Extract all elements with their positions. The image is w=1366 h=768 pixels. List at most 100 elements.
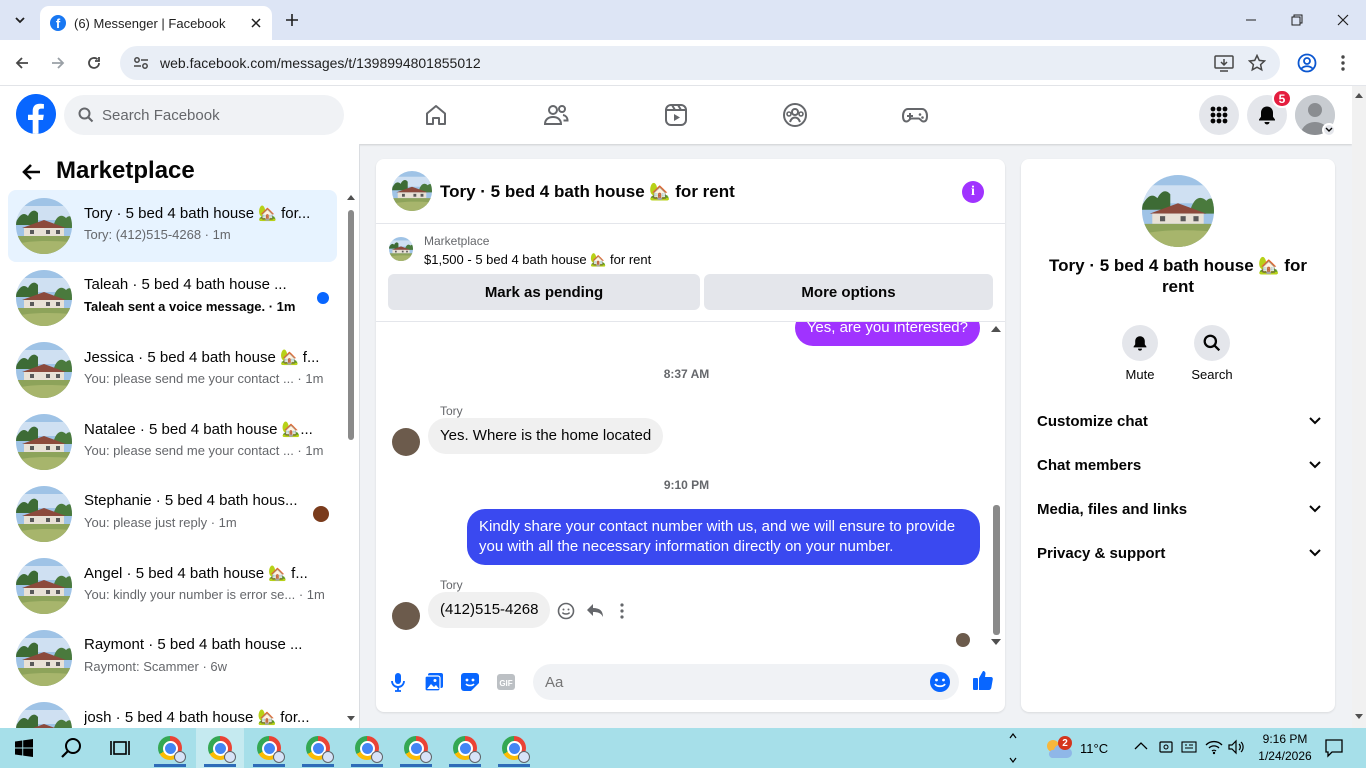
conversation-name: Jessica · 5 bed 4 bath house 🏡 f... [84, 349, 320, 366]
friends-icon [543, 105, 569, 125]
message-thread-scrollbar[interactable] [989, 322, 1003, 654]
forward-button[interactable] [43, 48, 73, 78]
notification-center-icon[interactable] [1324, 738, 1344, 758]
conversation-avatar [16, 486, 72, 542]
install-app-icon[interactable] [1214, 54, 1234, 72]
message-input[interactable] [545, 673, 905, 691]
chevron-down-icon [1309, 549, 1321, 557]
message-outgoing[interactable]: Kindly share your contact number with us… [467, 509, 980, 565]
back-button[interactable] [7, 48, 37, 78]
message-input-box[interactable] [533, 664, 959, 700]
conversation-item[interactable]: Tory · 5 bed 4 bath house 🏡 for... Tory: … [8, 190, 337, 262]
scroll-up-icon[interactable] [1008, 730, 1018, 766]
nav-friends[interactable] [536, 96, 576, 134]
react-emoji-icon[interactable] [557, 602, 575, 620]
browser-tab-messenger[interactable]: f (6) Messenger | Facebook [40, 6, 272, 40]
more-options-button[interactable]: More options [704, 274, 993, 310]
message-incoming[interactable]: (412)515-4268 [428, 592, 551, 628]
nav-video[interactable] [656, 96, 696, 134]
conversation-list-scrollbar[interactable] [346, 194, 356, 724]
details-section-0[interactable]: Customize chat [1037, 403, 1321, 439]
close-window-button[interactable] [1320, 0, 1366, 40]
chat-title[interactable]: Tory · 5 bed 4 bath house 🏡 for rent [440, 182, 735, 202]
meet-now-icon[interactable] [1158, 739, 1174, 755]
info-icon[interactable]: i [962, 181, 984, 203]
chevron-down-icon [15, 17, 25, 24]
clock-time[interactable]: 9:16 PM [1260, 732, 1310, 746]
show-hidden-icons[interactable] [1134, 741, 1148, 751]
microphone-icon[interactable] [384, 668, 412, 696]
conversation-item[interactable]: Angel · 5 bed 4 bath house 🏡 f... You: ki… [8, 550, 337, 622]
details-section-2[interactable]: Media, files and links [1037, 491, 1321, 527]
taskbar-chrome-8[interactable] [490, 728, 538, 768]
account-chevron-icon[interactable] [1322, 123, 1336, 137]
taskbar-chrome-3[interactable] [245, 728, 293, 768]
chrome-menu-button[interactable] [1328, 48, 1358, 78]
start-button[interactable] [0, 728, 48, 768]
conversation-item[interactable]: Raymont · 5 bed 4 bath house ... Raymont:… [8, 622, 337, 694]
message-outgoing[interactable]: Yes, are you interested? [794, 322, 980, 346]
taskbar-search-button[interactable] [48, 728, 96, 768]
windows-logo-icon [15, 739, 33, 757]
search-icon [78, 107, 94, 123]
taskbar-chrome-6[interactable] [392, 728, 440, 768]
facebook-search-box[interactable] [64, 95, 344, 135]
taskbar-chrome-2[interactable] [196, 728, 244, 768]
video-icon [665, 104, 687, 126]
thumbs-up-icon[interactable] [969, 666, 997, 694]
reload-button[interactable] [79, 48, 109, 78]
weather-badge: 2 [1058, 736, 1072, 750]
listing-thumbnail[interactable] [389, 237, 413, 261]
details-section-1[interactable]: Chat members [1037, 447, 1321, 483]
bookmark-star-icon[interactable] [1248, 54, 1266, 72]
new-tab-button[interactable] [282, 10, 302, 30]
emoji-picker-icon[interactable] [929, 671, 951, 693]
chrome-profile-button[interactable] [1292, 48, 1322, 78]
restore-icon [1291, 14, 1303, 26]
back-arrow-icon[interactable] [20, 160, 44, 184]
minimize-button[interactable] [1228, 0, 1274, 40]
tab-search-button[interactable] [8, 8, 32, 32]
menu-button[interactable] [1199, 95, 1239, 135]
contact-avatar[interactable] [1142, 175, 1214, 247]
nav-gaming[interactable] [895, 96, 935, 134]
mute-button[interactable]: Mute [1110, 325, 1170, 382]
mark-as-pending-button[interactable]: Mark as pending [388, 274, 700, 310]
conversation-item[interactable]: Taleah · 5 bed 4 bath house ... Taleah se… [8, 262, 337, 334]
page-scrollbar[interactable] [1352, 86, 1366, 728]
chat-avatar[interactable] [392, 171, 432, 211]
listing-title[interactable]: $1,500 - 5 bed 4 bath house 🏡 for rent [424, 252, 651, 268]
taskbar-chrome-1[interactable] [146, 728, 194, 768]
message-incoming[interactable]: Yes. Where is the home located [428, 418, 664, 454]
sender-avatar[interactable] [392, 602, 420, 630]
details-section-3[interactable]: Privacy & support [1037, 535, 1321, 571]
taskbar-chrome-7[interactable] [441, 728, 489, 768]
reply-icon[interactable] [586, 603, 604, 619]
nav-home[interactable] [416, 96, 456, 134]
restore-button[interactable] [1274, 0, 1320, 40]
task-view-button[interactable] [96, 728, 144, 768]
nav-groups[interactable] [775, 96, 815, 134]
facebook-search-input[interactable] [102, 106, 322, 124]
more-actions-icon[interactable] [620, 603, 624, 619]
taskbar-chrome-5[interactable] [343, 728, 391, 768]
taskbar-chrome-4[interactable] [294, 728, 342, 768]
sender-avatar[interactable] [392, 428, 420, 456]
address-bar[interactable]: web.facebook.com/messages/t/139899480185… [120, 46, 1280, 80]
search-in-chat-button[interactable]: Search [1182, 325, 1242, 382]
gif-icon[interactable]: GIF [492, 668, 520, 696]
photo-icon[interactable] [420, 668, 448, 696]
conversation-item[interactable]: Stephanie · 5 bed 4 bath hous... You: ple… [8, 478, 337, 550]
tab-close-icon[interactable] [248, 15, 264, 31]
volume-icon[interactable] [1228, 739, 1246, 755]
input-method-icon[interactable] [1181, 739, 1197, 755]
site-settings-icon[interactable] [132, 54, 150, 72]
temperature: 11°C [1080, 741, 1109, 756]
search-icon [61, 738, 81, 758]
facebook-logo[interactable] [16, 94, 56, 134]
clock-date[interactable]: 1/24/2026 [1256, 749, 1314, 763]
sticker-icon[interactable] [456, 668, 484, 696]
conversation-item[interactable]: Jessica · 5 bed 4 bath house 🏡 f... You: … [8, 334, 337, 406]
conversation-item[interactable]: Natalee · 5 bed 4 bath house 🏡... You: pl… [8, 406, 337, 478]
wifi-icon[interactable] [1205, 739, 1223, 755]
